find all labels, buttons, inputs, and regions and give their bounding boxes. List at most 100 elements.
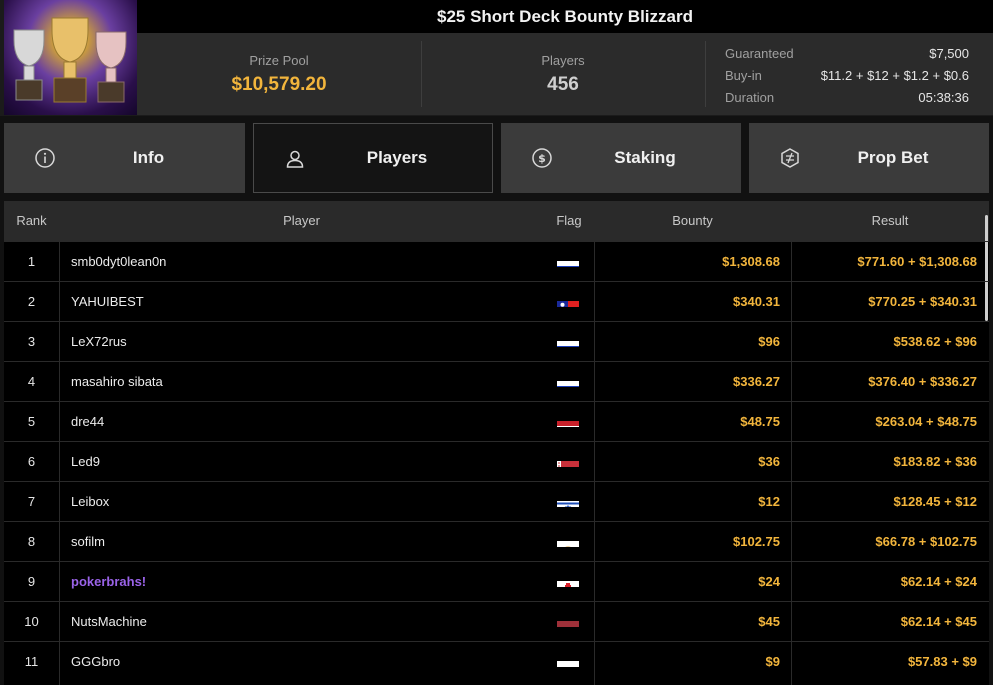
bounty-cell: $340.31 (733, 294, 780, 309)
players-label: Players (541, 52, 585, 68)
poland-flag-icon (557, 652, 579, 667)
player-name[interactable]: pokerbrahs! (71, 562, 551, 601)
tournament-stats: Prize Pool $10,579.20 Players 456 Guaran… (137, 33, 993, 115)
table-row[interactable]: 2 YAHUIBEST $340.31 $770.25 + $340.31 (4, 281, 989, 321)
bounty-header[interactable]: Bounty (594, 201, 791, 241)
rank-cell: 10 (24, 614, 39, 629)
player-name[interactable]: smb0dyt0lean0n (71, 242, 551, 281)
player-name[interactable]: LeX72rus (71, 322, 551, 361)
flag-cell (557, 402, 581, 441)
table-header: Rank Player Flag Bounty Result (4, 201, 989, 241)
rank-cell: 7 (27, 494, 36, 509)
latvia-flag-icon (557, 612, 579, 627)
result-cell: $62.14 + $24 (900, 574, 977, 589)
result-cell: $538.62 + $96 (893, 334, 978, 349)
bounty-cell: $12 (758, 494, 780, 509)
prize-pool-stat: Prize Pool $10,579.20 (137, 33, 421, 115)
player-name[interactable]: NutsMachine (71, 602, 551, 641)
rank-cell: 11 (24, 654, 39, 669)
bounty-cell: $1,308.68 (722, 254, 780, 269)
israel-flag-icon (557, 492, 579, 507)
prop-bet-icon (779, 147, 801, 169)
staking-coin-icon: $ (531, 147, 553, 169)
duration-value: 05:38:36 (918, 90, 969, 105)
tournament-header: $25 Short Deck Bounty Blizzard Prize Poo… (0, 0, 993, 116)
result-cell: $183.82 + $36 (893, 454, 978, 469)
flag-header[interactable]: Flag (544, 201, 594, 241)
prize-pool-label: Prize Pool (249, 52, 309, 68)
table-row[interactable]: 4 masahiro sibata $336.27 $376.40 + $336.27 (4, 361, 989, 401)
tournament-title: $25 Short Deck Bounty Blizzard (436, 6, 693, 26)
bounty-cell: $24 (758, 574, 780, 589)
bounty-cell: $48.75 (740, 414, 780, 429)
duration-row: Duration 05:38:36 (725, 87, 969, 109)
flag-cell (557, 602, 581, 641)
guaranteed-label: Guaranteed (725, 46, 794, 61)
table-row[interactable]: 5 dre44 $48.75 $263.04 + $48.75 (4, 401, 989, 441)
bounty-cell: $102.75 (733, 534, 780, 549)
belarus-flag-icon (557, 452, 579, 467)
tournament-title-bar: $25 Short Deck Bounty Blizzard (137, 0, 993, 33)
table-row[interactable]: 11 GGGbro $9 $57.83 + $9 (4, 641, 989, 681)
tab-prop-bet[interactable]: Prop Bet (749, 123, 989, 193)
rank-cell: 9 (27, 574, 36, 589)
rank-cell: 3 (27, 334, 36, 349)
gibraltar-flag-icon (557, 572, 579, 587)
russia-flag-icon (557, 332, 579, 347)
tab-info[interactable]: Info (4, 123, 245, 193)
svg-text:$: $ (538, 152, 546, 165)
players-table: Rank Player Flag Bounty Result 1 smb0dyt0… (4, 201, 989, 685)
table-row[interactable]: 7 Leibox $12 $128.45 + $12 (4, 481, 989, 521)
player-name[interactable]: Led9 (71, 442, 551, 481)
player-name[interactable]: masahiro sibata (71, 362, 551, 401)
result-cell: $263.04 + $48.75 (875, 414, 977, 429)
rank-cell: 2 (27, 294, 36, 309)
flag-cell (557, 322, 581, 361)
rank-cell: 8 (27, 534, 36, 549)
flag-cell (557, 482, 581, 521)
table-row[interactable]: 1 smb0dyt0lean0n $1,308.68 $771.60 + $1,308… (4, 241, 989, 281)
bounty-cell: $9 (765, 654, 780, 669)
tab-staking[interactable]: $ Staking (501, 123, 741, 193)
result-cell: $376.40 + $336.27 (868, 374, 977, 389)
flag-cell (557, 522, 581, 561)
flag-cell (557, 442, 581, 481)
russia-flag-icon (557, 252, 579, 267)
tab-players[interactable]: Players (253, 123, 493, 193)
flag-cell (557, 242, 581, 281)
table-row[interactable]: 3 LeX72rus $96 $538.62 + $96 (4, 321, 989, 361)
flag-cell (557, 362, 581, 401)
duration-label: Duration (725, 90, 775, 105)
guaranteed-value: $7,500 (929, 46, 969, 61)
tournament-details: Guaranteed $7,500 Buy-in $11.2 + $12 + $… (725, 43, 969, 109)
trophy-thumbnail-image (4, 0, 137, 115)
table-row[interactable]: 9 pokerbrahs! $24 $62.14 + $24 (4, 561, 989, 601)
russia-flag-icon (557, 372, 579, 387)
result-cell: $771.60 + $1,308.68 (857, 254, 977, 269)
rank-header[interactable]: Rank (4, 201, 59, 241)
user-icon (284, 148, 306, 170)
flag-cell (557, 282, 581, 321)
player-name[interactable]: Leibox (71, 482, 551, 521)
player-name[interactable]: YAHUIBEST (71, 282, 551, 321)
result-cell: $57.83 + $9 (907, 654, 977, 669)
rank-cell: 5 (27, 414, 36, 429)
table-row[interactable]: 10 NutsMachine $45 $62.14 + $45 (4, 601, 989, 641)
flag-cell (557, 562, 581, 601)
netherlands-flag-icon (557, 412, 579, 427)
player-name[interactable]: sofilm (71, 522, 551, 561)
table-row[interactable]: 8 sofilm $102.75 $66.78 + $102.75 (4, 521, 989, 561)
players-count: 456 (547, 73, 579, 95)
player-name[interactable]: dre44 (71, 402, 551, 441)
result-cell: $770.25 + $340.31 (868, 294, 977, 309)
table-row[interactable]: 6 Led9 $36 $183.82 + $36 (4, 441, 989, 481)
result-cell: $62.14 + $45 (900, 614, 977, 629)
player-header[interactable]: Player (59, 201, 544, 241)
result-header[interactable]: Result (791, 201, 989, 241)
player-name[interactable]: GGGbro (71, 642, 551, 681)
rank-cell: 6 (27, 454, 36, 469)
rank-cell: 1 (27, 254, 36, 269)
buyin-label: Buy-in (725, 68, 762, 83)
cyprus-flag-icon (557, 532, 579, 547)
guaranteed-row: Guaranteed $7,500 (725, 43, 969, 65)
